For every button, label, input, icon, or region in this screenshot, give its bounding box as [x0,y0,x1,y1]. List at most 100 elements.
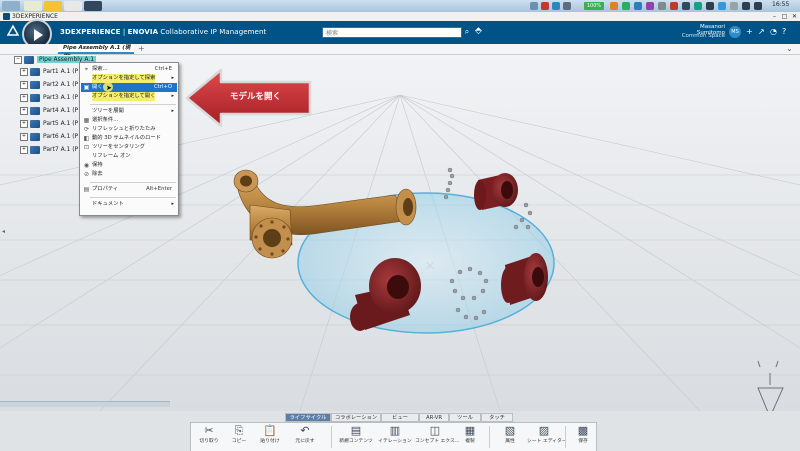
menu-item-properties[interactable]: ▤ プロパティ Alt+Enter [81,185,177,194]
tray-icon[interactable] [634,2,642,10]
menu-item-open-with-options[interactable]: オプションを指定して開く ▸ [81,92,177,101]
tree-item-label[interactable]: Part2 A.1 (P [43,81,78,88]
tree-item-label[interactable]: Part4 A.1 (P [43,107,78,114]
wifi-icon[interactable] [742,2,750,10]
expand-icon[interactable]: + [20,145,28,154]
tray-icon[interactable] [646,2,654,10]
tray-icon[interactable] [730,2,738,10]
expand-icon[interactable]: + [20,132,28,141]
tree-item-part6[interactable]: + Part6 A.1 (P [20,132,78,142]
duplicate-button[interactable]: ▦ 複製 [457,423,483,451]
expand-icon[interactable]: + [20,80,28,89]
tab-lifecycle[interactable]: ライフサイクル [285,413,331,422]
tab-collaboration[interactable]: コラボレーション [331,413,381,422]
iteration-button[interactable]: ▥ イテレーション [377,423,413,451]
avatar[interactable]: MS [729,26,741,38]
tree-item-label[interactable]: Part6 A.1 (P [43,133,78,140]
menu-item-load-3d-thumbnail[interactable]: ◧ 動的 3D サムネイルのロード [81,134,177,143]
tab-pipe-assembly[interactable]: Pipe Assembly A.1 (現実) [58,44,134,60]
collaborative-space[interactable]: Common Space [677,33,725,39]
help-icon[interactable]: ? [782,27,786,36]
undo-button[interactable]: ↶ 元に戻す [289,423,321,451]
maximize-button[interactable]: □ [780,12,789,21]
tray-icon[interactable] [552,2,560,10]
expand-icon[interactable]: + [20,119,28,128]
search-input[interactable]: 検索 [322,27,462,38]
expand-icon[interactable]: + [20,67,28,76]
tray-icon[interactable] [530,2,538,10]
tray-icon[interactable] [694,2,702,10]
clock[interactable]: 16:55 [772,1,789,8]
assembly-icon [24,55,34,64]
sheet-editor-button[interactable]: ▨ シート エディター [527,423,567,451]
tree-item-part7[interactable]: + Part7 A.1 (P [20,145,78,155]
tree-item-label[interactable]: Part1 A.1 (P [43,68,78,75]
duplicate-icon: ▦ [464,424,476,437]
tab-view[interactable]: ビュー [381,413,419,422]
tree-item-part4[interactable]: + Part4 A.1 (P [20,106,78,116]
menu-item-center-tree[interactable]: ⊡ ツリーをセンタリング [81,143,177,152]
tab-tools[interactable]: ツール [449,413,481,422]
cut-button[interactable]: ✂ 切り取り [195,423,223,451]
expand-icon[interactable]: + [20,93,28,102]
minimize-button[interactable]: – [770,12,779,21]
menu-item-document[interactable]: ドキュメント ▸ [81,200,177,209]
tree-item-part3[interactable]: + Part3 A.1 (P [20,93,78,103]
tree-scrollbar[interactable] [0,401,170,407]
tab-ar-vr[interactable]: AR-VR [419,413,449,422]
tree-item-label[interactable]: Part7 A.1 (P [43,146,78,153]
search-icon[interactable]: ⌕ [462,27,472,38]
concept-explore-button[interactable]: ◫ コンセプト エクス... [415,423,459,451]
tree-item-part2[interactable]: + Part2 A.1 (P [20,80,78,90]
paste-button[interactable]: 📋 貼り付け [255,423,285,451]
start-button-icon[interactable] [2,1,20,11]
taskbar-app-icon[interactable] [64,1,82,11]
notifications-icon[interactable]: ◔ [770,27,777,36]
collapse-icon[interactable]: − [14,55,22,64]
menu-item-refresh-collapse[interactable]: ⟳ リフレッシュと折りたたみ [81,125,177,134]
tag-icon[interactable]: ⬘ [475,26,482,36]
tab-menu-icon[interactable]: ⌄ [786,44,793,54]
taskbar-3dexperience-icon[interactable] [84,1,102,11]
menu-item-reframe-on[interactable]: リフレーム オン [81,152,177,161]
menu-item-keep[interactable]: ◉ 保持 [81,161,177,170]
tree-item-part1[interactable]: + Part1 A.1 (P [20,67,78,77]
tree-item-label[interactable]: Part3 A.1 (P [43,94,78,101]
menu-item-explore[interactable]: ⌖ 探索... Ctrl+E [81,65,177,74]
menu-item-expand-tree[interactable]: ツリーを展開 ▸ [81,107,177,116]
new-content-button[interactable]: ▤ 新規コンテンツ [337,423,375,451]
tray-icon[interactable] [670,2,678,10]
attributes-icon: ▧ [504,424,516,437]
volume-icon[interactable] [754,2,762,10]
tray-icon[interactable] [563,2,571,10]
menu-item-remove[interactable]: ⊘ 除去 [81,170,177,179]
attributes-button[interactable]: ▧ 属性 [497,423,523,451]
tray-icon[interactable] [718,2,726,10]
tray-icon[interactable] [622,2,630,10]
tray-icon[interactable] [541,2,549,10]
panel-collapse-icon[interactable]: ◂ [2,228,5,235]
axis-trihedron-icon[interactable] [757,360,784,411]
add-icon[interactable]: + [746,27,753,36]
tree-item-part5[interactable]: + Part5 A.1 (P [20,119,78,129]
battery-indicator[interactable]: 100% [584,2,604,10]
tray-icon[interactable] [610,2,618,10]
tray-icon[interactable] [658,2,666,10]
tab-touch[interactable]: タッチ [481,413,513,422]
tree-item-label[interactable]: Part5 A.1 (P [43,120,78,127]
menu-item-selection-criteria[interactable]: ▦ 選択条件... [81,116,177,125]
save-button[interactable]: ▩ 保存 [571,423,595,451]
add-tab-button[interactable]: + [138,44,145,54]
title-separator: | [120,28,128,36]
share-icon[interactable]: ↗ [758,27,765,36]
app-subtitle: Collaborative IP Management [158,28,267,36]
close-button[interactable]: ✕ [790,12,799,21]
taskbar-app-icon[interactable] [24,1,42,11]
expand-icon[interactable]: + [20,106,28,115]
tray-icon[interactable] [682,2,690,10]
taskbar-explorer-icon[interactable] [44,1,62,11]
menu-item-explore-with-options[interactable]: オプションを指定して探索 ▸ [81,74,177,83]
tray-icon[interactable] [706,2,714,10]
copy-button[interactable]: ⎘ コピー [225,423,253,451]
menu-item-open[interactable]: ▣ 開く Ctrl+O ➤ [81,82,177,92]
